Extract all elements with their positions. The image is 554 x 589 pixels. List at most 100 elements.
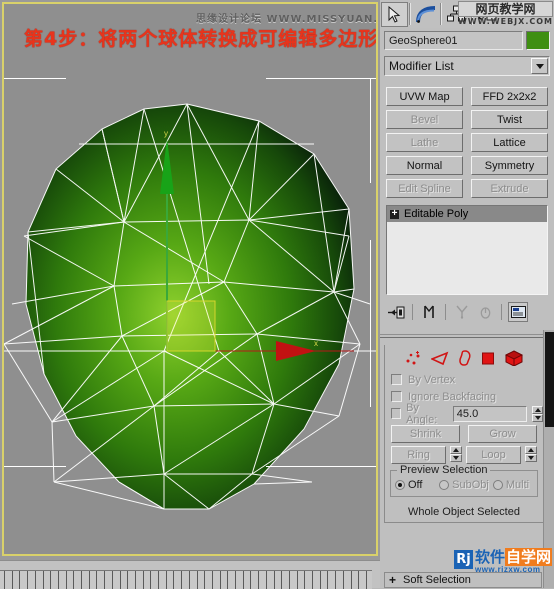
shrink-button[interactable]: Shrink	[391, 425, 460, 443]
timeline-tick	[57, 571, 59, 589]
timeline-tick	[211, 571, 213, 589]
modifier-button-twist[interactable]: Twist	[471, 110, 548, 129]
radio-icon-off[interactable]	[395, 480, 405, 490]
watermark-rjzxw-blue: 软件	[474, 548, 505, 566]
timeline-tick	[188, 571, 190, 589]
modifier-button-set: UVW Map FFD 2x2x2 Bevel Twist Lathe Lattice No…	[386, 87, 548, 198]
timeline-tick	[65, 571, 67, 589]
by-vertex-row[interactable]: By Vertex	[385, 371, 543, 388]
soft-selection-rollout-header[interactable]: + Soft Selection	[384, 572, 542, 588]
viewport-canvas[interactable]: y x 思缘设计论坛 WWW.MISSYUAN 第4步：将两个球体转换成可编辑多…	[4, 4, 376, 554]
timeline-tick	[127, 571, 129, 589]
command-panel-scrollbar[interactable]	[543, 330, 554, 588]
modifier-button-ffd-2x2x2[interactable]: FFD 2x2x2	[471, 87, 548, 106]
toolbar-divider	[409, 3, 411, 25]
loop-spinner-up-icon[interactable]	[525, 446, 537, 454]
safeframe-mark-tl	[4, 78, 66, 79]
subobject-level-buttons	[385, 345, 543, 371]
object-name-input[interactable]: GeoSphere01	[384, 30, 523, 50]
shrink-grow-row: Shrink Grow	[385, 422, 543, 443]
perspective-viewport[interactable]: y x 思缘设计论坛 WWW.MISSYUAN 第4步：将两个球体转换成可编辑多…	[2, 2, 378, 556]
timeline-tick	[281, 571, 283, 589]
track-bar[interactable]	[0, 560, 380, 589]
preview-option-off[interactable]: Off	[395, 479, 435, 491]
by-angle-label: By Angle:	[406, 401, 438, 426]
toolbar-divider-2	[440, 3, 442, 25]
timeline-tick	[27, 571, 29, 589]
modifier-button-symmetry[interactable]: Symmetry	[471, 156, 548, 175]
timeline-tick	[342, 571, 344, 589]
modifier-list-dropdown[interactable]: Modifier List	[384, 56, 550, 76]
configure-modifier-sets-icon[interactable]	[508, 302, 528, 322]
loop-button[interactable]: Loop	[466, 446, 521, 464]
border-icon[interactable]	[458, 350, 472, 369]
render-scene-button[interactable]	[474, 1, 501, 27]
safeframe-mark-br	[266, 466, 376, 467]
chevron-down-icon[interactable]	[531, 58, 548, 74]
rollout-separator-2	[380, 337, 554, 338]
by-angle-row[interactable]: By Angle: 45.0	[385, 402, 543, 426]
modifier-stack-list[interactable]: Editable Poly	[386, 205, 548, 295]
loop-spinner-down-icon[interactable]	[525, 454, 537, 462]
ignore-backfacing-checkbox[interactable]	[391, 391, 402, 402]
show-end-result-icon[interactable]	[419, 302, 439, 322]
timeline-tick	[73, 571, 75, 589]
timeline-tick	[119, 571, 121, 589]
timeline-tick	[273, 571, 275, 589]
timeline-tick	[365, 571, 367, 589]
timeline-tick	[11, 571, 13, 589]
timeline-tick	[242, 571, 244, 589]
scrollbar-thumb[interactable]	[545, 332, 554, 427]
stack-tool-divider-2	[445, 304, 446, 320]
preview-option-multi: Multi	[492, 479, 533, 491]
geosphere-wireframe-object[interactable]: y x	[4, 4, 376, 554]
viewport-container: y x 思缘设计论坛 WWW.MISSYUAN 第4步：将两个球体转换成可编辑多…	[0, 0, 380, 560]
spinner-up-icon[interactable]	[532, 405, 543, 414]
timeline-ruler[interactable]	[0, 570, 372, 589]
timeline-tick	[158, 571, 159, 589]
modifier-button-normal[interactable]: Normal	[386, 156, 463, 175]
selection-status-text: Whole Object Selected	[408, 506, 520, 518]
make-unique-icon[interactable]	[452, 302, 472, 322]
ring-spinner-up-icon[interactable]	[450, 446, 462, 454]
timeline-tick	[150, 571, 152, 589]
modifier-button-uvw-map[interactable]: UVW Map	[386, 87, 463, 106]
timeline-tick	[304, 571, 306, 589]
modifier-stack-entry[interactable]: Editable Poly	[387, 206, 547, 222]
timeline-tick	[88, 571, 90, 589]
ring-button[interactable]: Ring	[391, 446, 446, 464]
object-name-row: GeoSphere01	[384, 30, 550, 50]
pin-stack-icon[interactable]	[386, 302, 406, 322]
timeline-tick	[296, 571, 298, 589]
by-angle-spinner[interactable]	[532, 405, 543, 422]
stack-tool-divider-1	[412, 304, 413, 320]
loop-spinner[interactable]	[525, 446, 537, 462]
safeframe-mark-right2	[370, 240, 371, 407]
preview-selection-title: Preview Selection	[397, 464, 491, 476]
ring-spinner[interactable]	[450, 446, 462, 462]
expand-plus-icon[interactable]	[390, 209, 399, 219]
object-color-swatch[interactable]	[526, 30, 550, 50]
teapot-render-icon	[478, 8, 497, 20]
vertex-icon[interactable]	[405, 350, 422, 369]
ring-spinner-down-icon[interactable]	[450, 454, 462, 462]
by-angle-input[interactable]: 45.0	[452, 405, 528, 422]
radio-icon-multi	[492, 480, 503, 490]
modifier-button-lattice[interactable]: Lattice	[471, 133, 548, 152]
edge-icon[interactable]	[429, 351, 449, 369]
by-angle-checkbox[interactable]	[391, 408, 402, 419]
select-and-link-button[interactable]	[412, 1, 439, 27]
spinner-down-icon[interactable]	[532, 413, 543, 422]
soft-selection-expander-icon[interactable]: +	[389, 573, 396, 587]
ring-loop-row: Ring Loop	[385, 443, 543, 464]
polygon-icon[interactable]	[481, 351, 496, 369]
select-object-button[interactable]	[381, 1, 408, 27]
remove-modifier-icon[interactable]	[475, 302, 495, 322]
rollout-separator	[380, 334, 554, 335]
modifier-stack-entry-label: Editable Poly	[404, 208, 469, 220]
grow-button[interactable]: Grow	[468, 425, 537, 443]
timeline-tick	[104, 571, 106, 589]
schematic-view-button[interactable]	[443, 1, 470, 27]
by-vertex-checkbox[interactable]	[391, 374, 402, 385]
element-icon[interactable]	[504, 350, 524, 369]
